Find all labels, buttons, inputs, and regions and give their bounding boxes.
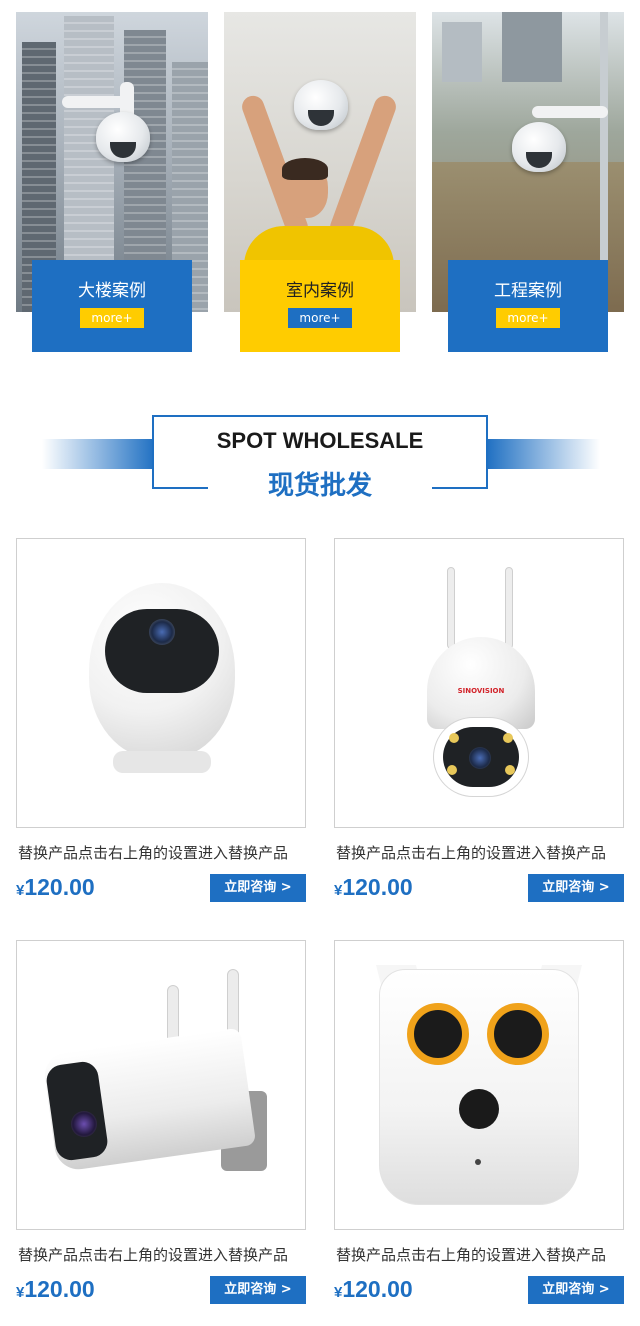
product-image-owl-camera[interactable] [334,940,624,1230]
section-title-en: SPOT WHOLESALE [216,428,424,453]
case-title: 大楼案例 [78,281,146,301]
product-image-ptz-camera[interactable]: SINOVISION [334,538,624,828]
product-price: ¥120.00 [16,1276,95,1302]
product-name[interactable]: 替换产品点击右上角的设置进入替换产品 [18,842,306,863]
heading-decor-left [42,439,156,469]
case-title: 室内案例 [286,281,354,301]
case-label-indoor: 室内案例 more+ [240,260,400,352]
consult-button[interactable]: 立即咨询 > [210,874,306,902]
product-name[interactable]: 替换产品点击右上角的设置进入替换产品 [336,1244,624,1265]
consult-button[interactable]: 立即咨询 > [528,1276,624,1304]
product-price: ¥120.00 [334,874,413,900]
product-card[interactable]: 替换产品点击右上角的设置进入替换产品 ¥120.00 立即咨询 > [16,940,306,1310]
more-button[interactable]: more+ [288,308,352,328]
camera-brand-text: SINOVISION [457,687,505,695]
consult-button[interactable]: 立即咨询 > [210,1276,306,1304]
product-image-bullet-camera[interactable] [16,940,306,1230]
product-name[interactable]: 替换产品点击右上角的设置进入替换产品 [18,1244,306,1265]
case-label-engineering: 工程案例 more+ [448,260,608,352]
more-button[interactable]: more+ [80,308,144,328]
consult-button[interactable]: 立即咨询 > [528,874,624,902]
section-title-cn: 现货批发 [267,471,372,501]
product-card[interactable]: 替换产品点击右上角的设置进入替换产品 ¥120.00 立即咨询 > [16,538,306,908]
case-title: 工程案例 [494,281,562,301]
product-price: ¥120.00 [16,874,95,900]
product-name[interactable]: 替换产品点击右上角的设置进入替换产品 [336,842,624,863]
case-label-building: 大楼案例 more+ [32,260,192,352]
product-price: ¥120.00 [334,1276,413,1302]
heading-decor-right [486,439,600,469]
product-card[interactable]: 替换产品点击右上角的设置进入替换产品 ¥120.00 立即咨询 > [334,940,624,1310]
product-image-egg-camera[interactable] [16,538,306,828]
more-button[interactable]: more+ [496,308,560,328]
product-card[interactable]: SINOVISION 替换产品点击右上角的设置进入替换产品 ¥120.00 立即… [334,538,624,908]
